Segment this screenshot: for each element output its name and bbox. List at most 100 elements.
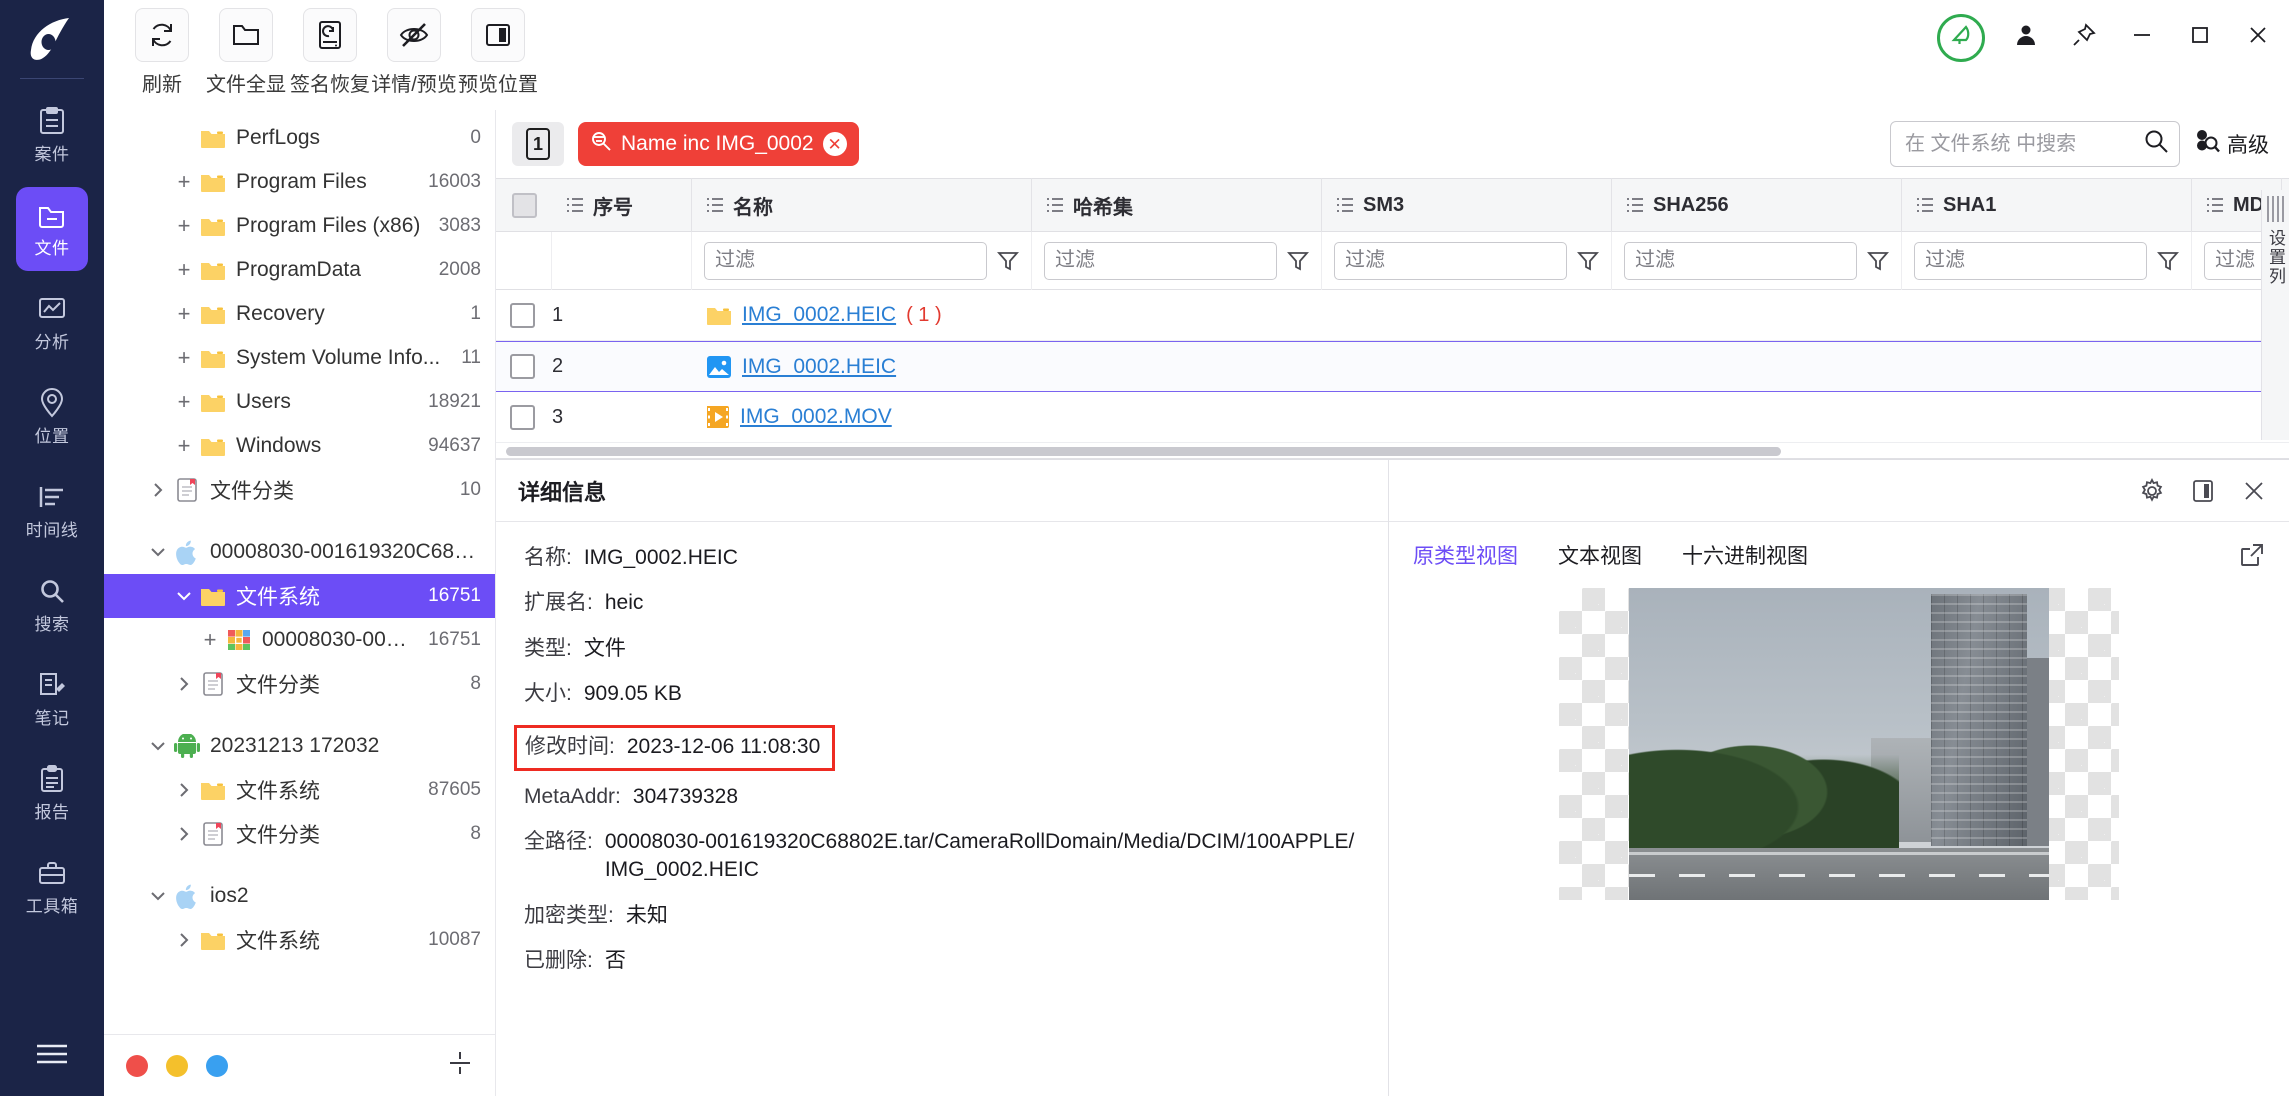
chevron-right-icon[interactable] — [170, 931, 198, 949]
column-filter-input[interactable] — [1624, 241, 1857, 280]
sidebar-item-analysis[interactable]: 分析 — [16, 281, 88, 365]
sidebar-item-search[interactable]: 搜索 — [16, 563, 88, 647]
sidebar-item-toolbox[interactable]: 工具箱 — [16, 845, 88, 929]
scrollbar-thumb[interactable] — [506, 447, 1781, 456]
tree-node[interactable]: + Windows 94637 — [104, 424, 495, 468]
column-filter-input[interactable] — [2204, 241, 2269, 280]
column-filter-funnel-icon[interactable] — [1867, 250, 1889, 272]
column-filter-input[interactable] — [704, 241, 987, 280]
gear-icon[interactable] — [2139, 477, 2165, 504]
chevron-right-icon[interactable] — [144, 481, 172, 499]
table-row[interactable]: 2 IMG_0002.HEIC — [496, 341, 2289, 392]
expand-plus-icon[interactable]: + — [196, 627, 224, 653]
advanced-search-button[interactable]: 高级 — [2194, 129, 2269, 159]
file-name-link[interactable]: IMG_0002.MOV — [740, 405, 892, 429]
preview-position-button[interactable]: 预览位置 — [456, 8, 540, 97]
chevron-down-icon[interactable] — [144, 888, 172, 904]
expand-plus-icon[interactable]: + — [170, 301, 198, 327]
pin-window-button[interactable] — [2067, 21, 2101, 55]
tree-node[interactable]: 文件分类 10 — [104, 468, 495, 512]
split-vertical-icon[interactable] — [447, 1050, 473, 1081]
column-filter-input[interactable] — [1914, 241, 2147, 280]
refresh-button[interactable]: 刷新 — [120, 8, 204, 97]
tree-node[interactable]: + Program Files 16003 — [104, 160, 495, 204]
chevron-right-icon[interactable] — [170, 781, 198, 799]
column-filter-funnel-icon[interactable] — [2157, 250, 2179, 272]
sidebar-item-case[interactable]: 案件 — [16, 93, 88, 177]
panel-layout-icon[interactable] — [2191, 478, 2215, 504]
chevron-down-icon[interactable] — [170, 588, 198, 604]
tree-node[interactable]: + Users 18921 — [104, 380, 495, 424]
user-account-button[interactable] — [2009, 21, 2043, 55]
row-checkbox[interactable] — [510, 302, 535, 328]
row-checkbox[interactable] — [510, 404, 535, 430]
close-circle-icon[interactable]: ✕ — [822, 132, 847, 156]
sidebar-item-notes[interactable]: 笔记 — [16, 657, 88, 741]
tree-node[interactable]: 00008030-001619320C68802E — [104, 530, 495, 574]
expand-plus-icon[interactable]: + — [170, 433, 198, 459]
column-filter-funnel-icon[interactable] — [1287, 250, 1309, 272]
tree-node[interactable]: PerfLogs 0 — [104, 116, 495, 160]
tree-node[interactable]: 文件系统 10087 — [104, 918, 495, 962]
tree-node[interactable]: 文件系统 87605 — [104, 768, 495, 812]
table-column-header[interactable]: 哈希集 — [1032, 178, 1322, 232]
table-horizontal-scrollbar[interactable] — [496, 443, 2289, 459]
maximize-button[interactable] — [2183, 21, 2217, 55]
expand-plus-icon[interactable]: + — [170, 213, 198, 239]
tree-node[interactable]: + ProgramData 2008 — [104, 248, 495, 292]
tree-node[interactable]: + Recovery 1 — [104, 292, 495, 336]
expand-plus-icon[interactable]: + — [170, 389, 198, 415]
table-column-header[interactable]: SHA1 — [1902, 178, 2192, 232]
preview-tab[interactable]: 原类型视图 — [1413, 540, 1518, 570]
close-icon[interactable] — [2241, 478, 2267, 504]
tree-node[interactable]: + System Volume Info... 11 — [104, 336, 495, 380]
file-tree[interactable]: PerfLogs 0 + Program Files 16003 + Program Fil… — [104, 110, 495, 1034]
chevron-right-icon[interactable] — [170, 825, 198, 843]
expand-plus-icon[interactable]: + — [170, 169, 198, 195]
tree-node[interactable]: ios2 — [104, 874, 495, 918]
active-filter-chip[interactable]: Name inc IMG_0002 ✕ — [578, 122, 859, 166]
view-count-badge[interactable]: 1 — [512, 122, 564, 166]
table-column-header[interactable]: SHA256 — [1612, 178, 1902, 232]
show-all-files-button[interactable]: 文件全显 — [204, 8, 288, 97]
preview-tab[interactable]: 文本视图 — [1558, 540, 1642, 570]
chevron-right-icon[interactable] — [170, 675, 198, 693]
search-input[interactable] — [1905, 132, 2137, 156]
sidebar-item-location[interactable]: 位置 — [16, 375, 88, 459]
chevron-down-icon[interactable] — [144, 544, 172, 560]
search-icon[interactable] — [2143, 128, 2169, 160]
tree-node[interactable]: + Program Files (x86) 3083 — [104, 204, 495, 248]
rail-menu-button[interactable] — [0, 1040, 104, 1074]
table-column-header[interactable]: 名称 — [692, 178, 1032, 232]
tree-node[interactable]: 文件系统 16751 — [104, 574, 495, 618]
column-filter-funnel-icon[interactable] — [1577, 250, 1599, 272]
table-row[interactable]: 1 IMG_0002.HEIC ( 1 ) — [496, 290, 2289, 341]
row-checkbox[interactable] — [510, 354, 535, 379]
notification-button[interactable] — [1937, 14, 1985, 62]
sidebar-item-report[interactable]: 报告 — [16, 751, 88, 835]
select-all-checkbox[interactable] — [511, 192, 537, 218]
external-link-icon[interactable] — [2239, 542, 2265, 568]
file-name-link[interactable]: IMG_0002.HEIC — [742, 355, 896, 379]
tree-node[interactable]: 文件分类 8 — [104, 812, 495, 856]
table-column-header[interactable]: 序号 — [552, 178, 692, 232]
close-button[interactable] — [2241, 21, 2275, 55]
sidebar-item-timeline[interactable]: 时间线 — [16, 469, 88, 553]
search-box[interactable] — [1890, 121, 2180, 167]
file-name-link[interactable]: IMG_0002.HEIC — [742, 303, 896, 327]
column-filter-funnel-icon[interactable] — [997, 250, 1019, 272]
expand-plus-icon[interactable]: + — [170, 257, 198, 283]
signature-recovery-button[interactable]: 签名恢复 — [288, 8, 372, 97]
tree-node[interactable]: 文件分类 8 — [104, 662, 495, 706]
expand-plus-icon[interactable]: + — [170, 345, 198, 371]
minimize-button[interactable] — [2125, 21, 2159, 55]
column-filter-input[interactable] — [1334, 241, 1567, 280]
column-filter-input[interactable] — [1044, 241, 1277, 280]
preview-tab[interactable]: 十六进制视图 — [1682, 540, 1808, 570]
table-column-header[interactable]: SM3 — [1322, 178, 1612, 232]
column-settings-strip[interactable]: 设置列 — [2261, 190, 2289, 440]
detail-preview-toggle-button[interactable]: 详情/预览 — [371, 8, 457, 97]
tree-node[interactable]: +00008030-00161932... 16751 — [104, 618, 495, 662]
table-row[interactable]: 3 IMG_0002.MOV — [496, 392, 2289, 443]
tree-node[interactable]: 20231213 172032 — [104, 724, 495, 768]
